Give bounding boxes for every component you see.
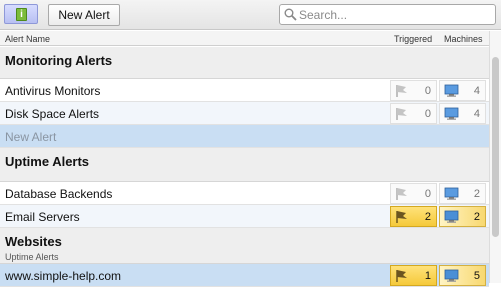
triggered-cell[interactable]: 2	[390, 206, 437, 227]
search-box[interactable]	[279, 4, 496, 25]
search-input[interactable]	[299, 6, 489, 23]
machines-count: 2	[473, 211, 480, 223]
machines-count: 4	[473, 108, 480, 120]
alert-row[interactable]: Antivirus Monitors 0 4	[0, 79, 489, 102]
flag-icon	[396, 270, 407, 282]
alert-name: www.simple-help.com	[5, 269, 122, 283]
triggered-cell[interactable]: 0	[390, 183, 437, 204]
monitor-icon	[444, 269, 459, 282]
alert-list: Monitoring Alerts Antivirus Monitors 0 4D…	[0, 47, 489, 287]
flag-icon	[396, 108, 407, 120]
triggered-count: 0	[424, 108, 431, 120]
machines-count: 2	[473, 188, 480, 200]
alert-row[interactable]: Disk Space Alerts 0 4	[0, 102, 489, 125]
alert-name: Database Backends	[5, 187, 113, 201]
flag-icon	[396, 85, 407, 97]
alert-name: New Alert	[5, 130, 57, 144]
alert-name: Disk Space Alerts	[5, 107, 100, 121]
new-alert-button[interactable]: New Alert	[48, 4, 120, 26]
column-header: Alert Name Triggered Machines	[0, 31, 489, 46]
alert-name: Antivirus Monitors	[5, 84, 101, 98]
machines-cell[interactable]: 4	[439, 103, 486, 124]
scrollbar-thumb[interactable]	[492, 57, 499, 237]
group-header[interactable]: Websites Uptime Alerts	[0, 228, 489, 264]
machines-cell[interactable]: 2	[439, 206, 486, 227]
triggered-cell[interactable]: 0	[390, 80, 437, 101]
triggered-count: 0	[424, 85, 431, 97]
monitor-icon	[444, 187, 459, 200]
column-machines[interactable]: Machines	[444, 34, 483, 44]
toolbar: i New Alert	[0, 0, 501, 30]
machines-cell[interactable]: 4	[439, 80, 486, 101]
group-header[interactable]: Monitoring Alerts	[0, 47, 489, 79]
alert-row[interactable]: Email Servers 2 2	[0, 205, 489, 228]
triggered-count: 1	[424, 270, 431, 282]
new-alert-row[interactable]: New Alert	[0, 125, 489, 148]
flag-icon	[396, 211, 407, 223]
alert-row[interactable]: www.simple-help.com 1 5	[0, 264, 489, 287]
monitor-icon	[444, 84, 459, 97]
column-triggered[interactable]: Triggered	[394, 34, 432, 44]
machines-count: 4	[473, 85, 480, 97]
triggered-count: 2	[424, 211, 431, 223]
info-button[interactable]: i	[4, 4, 38, 24]
group-header[interactable]: Uptime Alerts	[0, 148, 489, 182]
monitor-icon	[444, 107, 459, 120]
info-icon: i	[16, 8, 27, 21]
triggered-cell[interactable]: 0	[390, 103, 437, 124]
monitor-icon	[444, 210, 459, 223]
alert-name: Email Servers	[5, 210, 80, 224]
group-title: Monitoring Alerts	[5, 53, 113, 68]
magnifier-icon	[284, 8, 297, 21]
vertical-scrollbar[interactable]	[489, 31, 501, 283]
flag-icon	[396, 188, 407, 200]
group-title: Websites	[5, 234, 62, 249]
machines-count: 5	[473, 270, 480, 282]
alert-row[interactable]: Database Backends 0 2	[0, 182, 489, 205]
group-subtitle: Uptime Alerts	[5, 252, 59, 262]
column-alert-name[interactable]: Alert Name	[5, 34, 50, 44]
group-title: Uptime Alerts	[5, 154, 90, 169]
machines-cell[interactable]: 2	[439, 183, 486, 204]
triggered-count: 0	[424, 188, 431, 200]
